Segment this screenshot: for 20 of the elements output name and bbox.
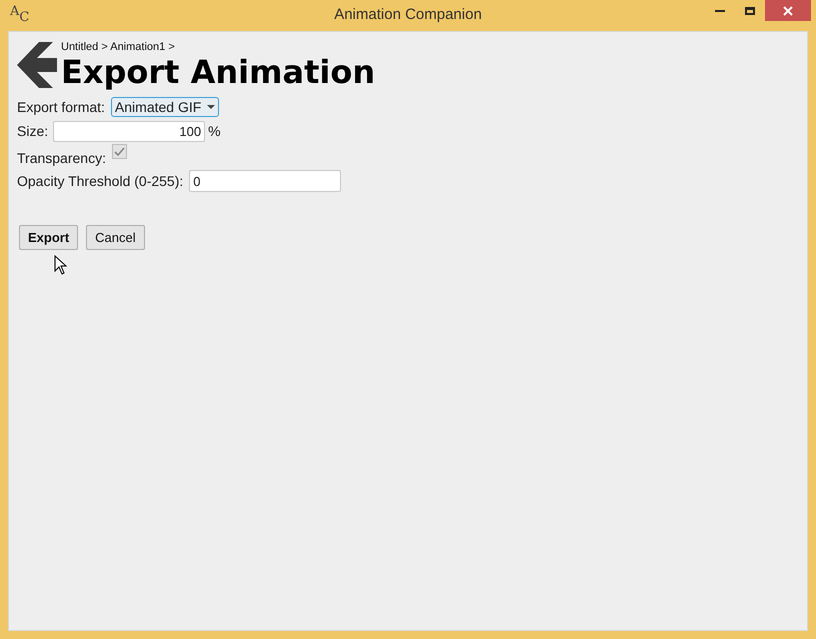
close-button[interactable] [765,0,811,21]
close-icon [783,6,793,16]
opacity-threshold-field[interactable]: 0 [189,170,342,192]
caret-icon [207,105,216,109]
transparency-checkbox[interactable] [112,144,127,159]
window-title: Animation Companion [334,5,482,26]
format-dropdown[interactable]: Animated GIF [110,97,220,117]
field-label: Opacity Threshold (0-255): [17,172,184,191]
cancel-button[interactable]: Cancel [86,225,145,250]
back-arrow-icon[interactable] [17,42,57,88]
size-field[interactable]: 100 [53,120,206,142]
field-label: Export format: [17,98,105,117]
breadcrumb: Untitled > Animation1 > [61,40,176,54]
field-label: Size: [17,122,48,140]
field-label: Transparency: [17,149,106,168]
mouse-cursor-icon [54,255,67,275]
check-icon [114,147,125,156]
export-button[interactable]: Export [19,225,78,250]
page-heading: Export Animation [61,54,376,90]
unit-label: % [208,122,221,140]
